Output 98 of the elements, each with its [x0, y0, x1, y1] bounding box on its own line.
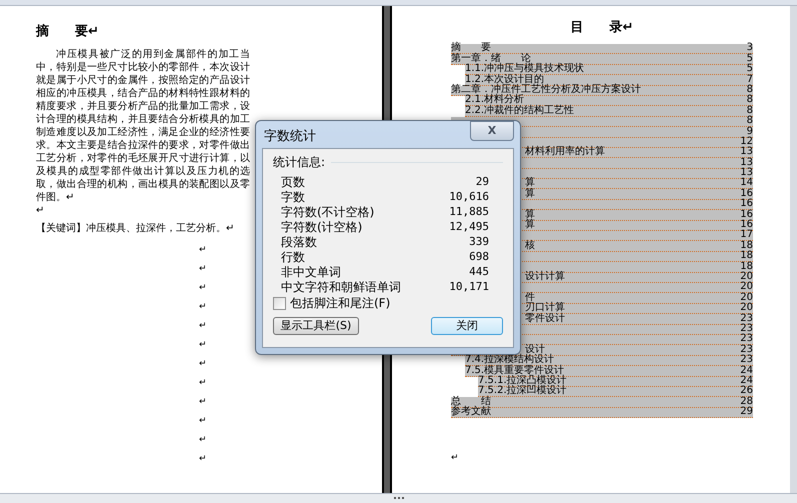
checkbox-label: 包括脚注和尾注(F): [290, 296, 390, 310]
toc-entry-title: 摘 要: [451, 43, 491, 54]
toc-page-number: 24: [740, 376, 753, 386]
page-heading: 目 录↵: [570, 19, 634, 37]
toc-page-number: 8: [746, 84, 753, 95]
toc-page-number: 3: [746, 43, 753, 54]
toc-page-number: 16: [740, 220, 753, 230]
toc-page-number: 8: [746, 106, 753, 116]
paragraph-mark: ↵: [199, 396, 207, 408]
group-label: 统计信息:: [273, 155, 326, 169]
toc-page-number: 7: [746, 74, 753, 85]
toc-entry-title: 第二章．冲压件工艺性分析及冲压方案设计: [451, 84, 641, 95]
stat-label: 字符数(不计空格): [281, 204, 374, 218]
stat-label: 字数: [281, 190, 305, 204]
toc-entry-title: 7.5.1.拉深凸模设计: [478, 376, 567, 386]
paragraph-mark: ↵: [199, 377, 207, 389]
toc-page-number: 12: [740, 136, 753, 147]
toc-page-number: 16: [740, 210, 753, 220]
abstract-paragraph: 冲压模具被广泛的用到金属部件的加工当中，特别是一些尺寸比较小的零部件，本次设计就是属于小尺寸的金属件，按照给定的产品设计相应的冲压模具，结合产品的材料特性跟材料的精度要求，并且要分析产品的批量加工需求，设计合理的模具结构，并且要结合分析模具的加工制造难度以及加工经济性，满足企业的经济性要求。本文主要是结合拉深件的要求，对零件做出工艺分析，对零件的毛坯展开尺寸进行计算，以及模具的成型零部件做出计算以及压力机的选取，做出合理的机构，画出模具的装配图以及零件图。↵: [36, 48, 250, 204]
toc-page-number: 18: [740, 251, 753, 262]
grip-icon[interactable]: [394, 497, 404, 501]
paragraph-mark: ↵: [199, 358, 207, 370]
toc-page-number: 23: [740, 314, 753, 324]
paragraph-mark: ↵: [199, 434, 207, 446]
toc-entry[interactable]: 7.5.2.拉深凹模设计 26: [478, 386, 753, 398]
toc-page-number: 9: [746, 126, 753, 137]
paragraph-mark: ↵: [199, 244, 207, 256]
stat-value: 698: [469, 250, 489, 264]
toc-page-number: 13: [740, 168, 753, 178]
toc-page-number: 5: [746, 54, 753, 64]
stat-value: 12,495: [449, 220, 489, 234]
paragraph-mark: ↵: [36, 204, 44, 218]
paragraph-mark: ↵: [199, 415, 207, 427]
toc-page-number: 20: [740, 303, 753, 314]
toc-page-number: 20: [740, 282, 753, 292]
toc-page-number: 17: [740, 230, 753, 240]
toc-page-number: 28: [740, 396, 753, 407]
toc-page-number: 16: [740, 199, 753, 210]
dialog-title: 字数统计: [264, 130, 316, 143]
toc-entry-title: 算: [525, 188, 535, 199]
toc-entry-title: 设计: [525, 344, 545, 355]
stat-label: 字符数(计空格): [281, 220, 362, 234]
dialog-button[interactable]: 显示工具栏(S): [273, 317, 359, 335]
toc-page-number: 23: [740, 334, 753, 344]
toc-entry-title: 总 结: [451, 396, 491, 407]
paragraph-mark: ↵: [199, 339, 207, 351]
paragraph-mark: ↵: [199, 453, 207, 465]
stat-label: 段落数: [281, 234, 317, 248]
keywords-line: 【关键词】冲压模具、拉深件，工艺分析。↵: [36, 222, 234, 236]
toc-entry-title: 算: [525, 220, 535, 230]
toc-entry-title: 1.2.本次设计目的: [465, 74, 544, 85]
toc-page-number: 13: [740, 158, 753, 168]
toc-page-number: 8: [746, 95, 753, 106]
toc-entry-title: 参考文献: [451, 407, 491, 418]
dialog-button[interactable]: 关闭: [431, 317, 503, 335]
toc-page-number: 8: [746, 116, 753, 126]
toc-page-number: 26: [740, 386, 753, 396]
paragraph-mark: ↵: [199, 320, 207, 332]
toc-entry[interactable]: 参考文献 29: [451, 408, 753, 418]
toc-entry-title: 算: [525, 178, 535, 188]
toc-entry-title: 材料利用率的计算: [525, 147, 605, 158]
toc-page-number: 23: [740, 355, 753, 366]
toc-entry-title: 2.2.冲裁件的结构工艺性: [465, 106, 574, 116]
toc-entry-title: 7.5.2.拉深凹模设计: [478, 386, 567, 396]
toc-page-number: 23: [740, 344, 753, 355]
toc-page-number: 5: [746, 64, 753, 74]
stat-label: 页数: [281, 174, 305, 188]
stat-label: 中文字符和朝鲜语单词: [281, 280, 401, 294]
toc-page-number: 23: [740, 324, 753, 334]
toc-page-number: 18: [740, 262, 753, 272]
toc-entry-title: 刃口计算: [525, 303, 565, 314]
toc-entry-title: 设计计算: [525, 272, 565, 282]
toc-page-number: 16: [740, 188, 753, 199]
toc-entry-title: 算: [525, 210, 535, 220]
paragraph-mark: ↵: [451, 452, 459, 466]
paragraph-mark: ↵: [199, 263, 207, 275]
toc-page-number: 20: [740, 292, 753, 303]
page-heading: 摘 要↵: [36, 22, 100, 41]
toc-page-number: 13: [740, 147, 753, 158]
close-button[interactable]: X: [470, 121, 514, 141]
toc-page-number: 24: [740, 366, 753, 376]
toc-page-number: 29: [740, 407, 753, 418]
paragraph-mark: ↵: [199, 301, 207, 313]
stat-label: 非中文单词: [281, 264, 341, 278]
toc-entry-title: 件: [525, 292, 535, 303]
toc-entry-title: 1.1.冲冲压与模具技术现状: [465, 64, 584, 74]
toc-entry[interactable]: 2.2.冲裁件的结构工艺性 8: [465, 106, 753, 117]
checkbox[interactable]: [273, 296, 286, 310]
toc-page-number: 14: [740, 178, 753, 188]
toc-entry-title: 第一章．绪 论: [451, 54, 531, 64]
toc-entry-title: 零件设计: [525, 314, 565, 324]
toc-page-number: 20: [740, 272, 753, 282]
toc-entry-title: 7.5.模具重要零件设计: [465, 366, 564, 376]
paragraph-mark: ↵: [199, 282, 207, 294]
toc-entry-title: 2.1.材料分析: [465, 95, 524, 106]
toc-entry-title: 核: [525, 240, 535, 251]
stat-label: 行数: [281, 250, 305, 264]
toc-page-number: 18: [740, 240, 753, 251]
